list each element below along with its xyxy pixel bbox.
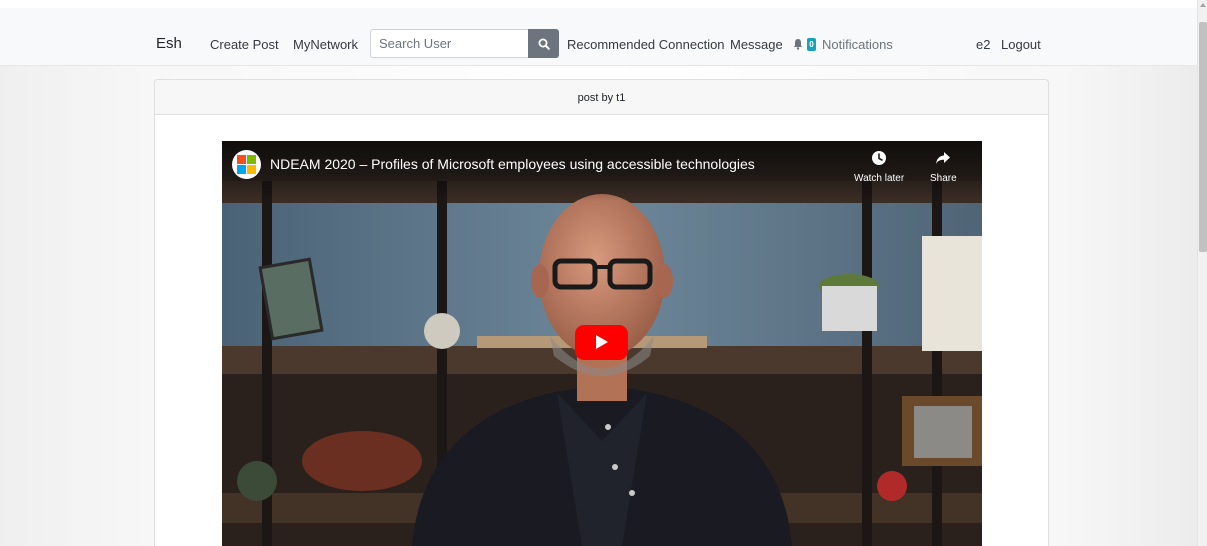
user-name-link[interactable]: e2: [976, 37, 990, 52]
my-network-link[interactable]: MyNetwork: [293, 37, 358, 52]
post-card: post by t1 NDEAM 2020 – Profiles of Micr…: [154, 79, 1049, 546]
share-label: Share: [930, 173, 957, 184]
share-button[interactable]: Share: [930, 150, 957, 184]
scroll-up-arrow-icon[interactable]: [1200, 3, 1206, 7]
video-title[interactable]: NDEAM 2020 – Profiles of Microsoft emplo…: [270, 156, 755, 172]
notification-count-badge: 0: [807, 38, 816, 51]
logout-link[interactable]: Logout: [1001, 37, 1041, 52]
share-icon: [936, 152, 951, 164]
play-button[interactable]: [575, 325, 628, 360]
navbar-inner: Esh Create Post MyNetwork Recommended Co…: [156, 8, 1056, 66]
post-header: post by t1: [155, 80, 1048, 115]
navbar: Esh Create Post MyNetwork Recommended Co…: [0, 8, 1197, 66]
search-icon: [538, 38, 550, 50]
message-link[interactable]: Message: [730, 37, 783, 52]
notifications-link[interactable]: Notifications: [822, 37, 893, 52]
watch-later-label: Watch later: [854, 173, 905, 184]
video-title-bar: NDEAM 2020 – Profiles of Microsoft emplo…: [222, 141, 982, 201]
microsoft-logo: [237, 155, 256, 174]
bell-icon: [794, 39, 802, 50]
create-post-link[interactable]: Create Post: [210, 37, 279, 52]
page-scrollbar[interactable]: [1197, 0, 1207, 546]
clock-icon: [872, 151, 887, 165]
scrollbar-thumb[interactable]: [1199, 22, 1207, 252]
video-embed[interactable]: NDEAM 2020 – Profiles of Microsoft emplo…: [222, 141, 982, 546]
watch-later-button[interactable]: Watch later: [854, 150, 904, 184]
search-input[interactable]: [370, 29, 530, 58]
recommended-connection-link[interactable]: Recommended Connection: [567, 37, 725, 52]
search-button[interactable]: [528, 29, 559, 58]
top-strip: [0, 0, 1197, 8]
channel-avatar[interactable]: [232, 150, 261, 179]
brand-logo[interactable]: Esh: [156, 35, 182, 52]
